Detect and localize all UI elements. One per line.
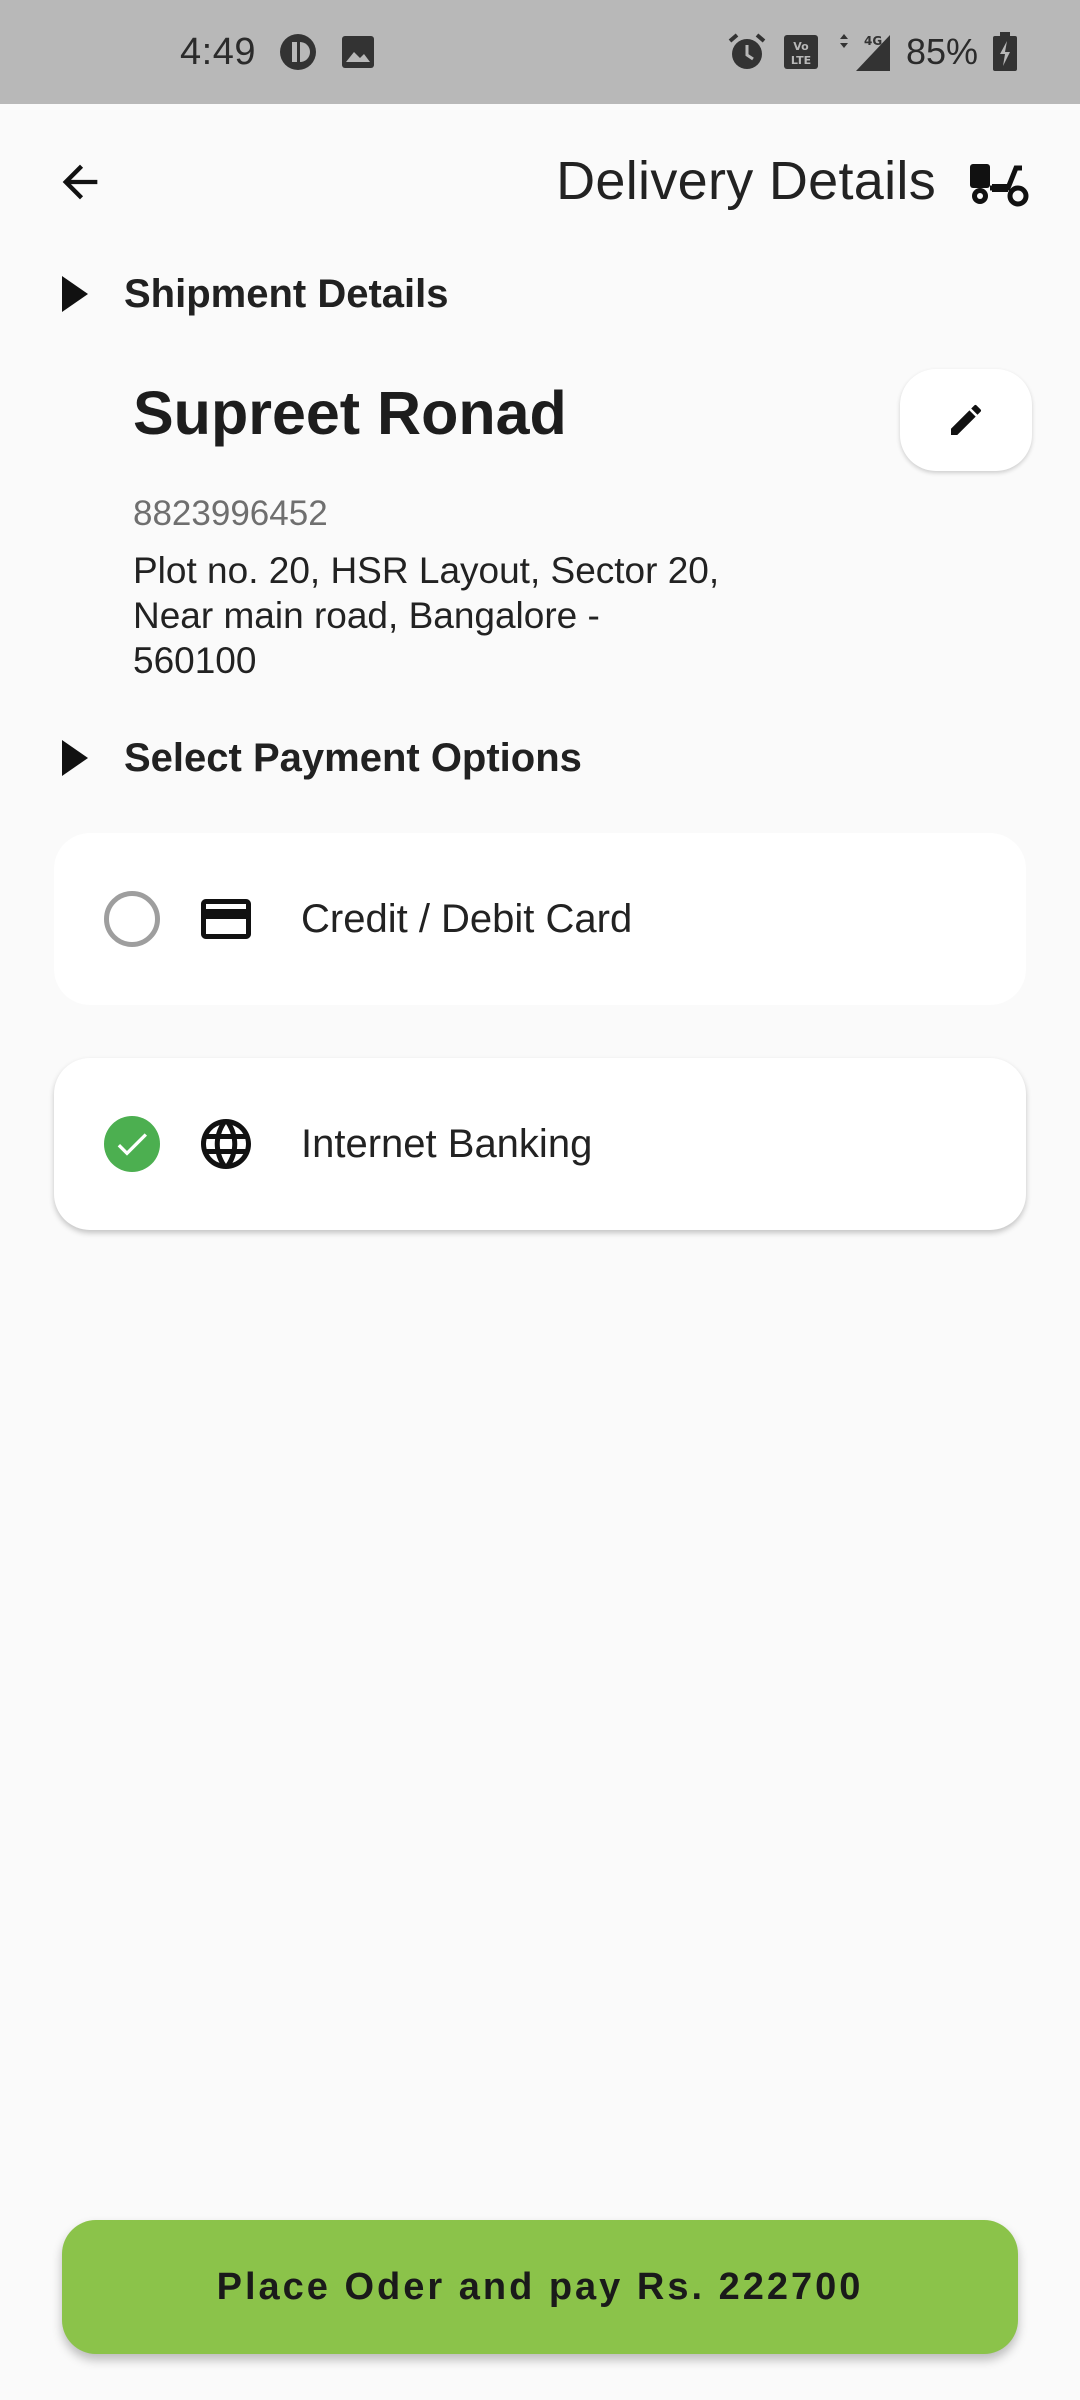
image-notification-icon — [340, 34, 376, 70]
check-icon — [117, 1133, 147, 1156]
customer-address: Plot no. 20, HSR Layout, Sector 20, Near… — [133, 550, 720, 681]
shipment-section-header[interactable]: Shipment Details — [60, 264, 449, 324]
status-left: 4:49 — [180, 0, 376, 104]
svg-text:Vo: Vo — [793, 40, 809, 53]
radio-unselected[interactable] — [104, 891, 160, 947]
payment-option-label: Internet Banking — [301, 1121, 593, 1166]
payment-section-header[interactable]: Select Payment Options — [60, 728, 582, 788]
delivery-scooter-icon — [968, 156, 1030, 210]
app-bar: Delivery Details — [0, 104, 1080, 264]
signal-4g-icon: 4G — [834, 31, 892, 73]
arrow-back-icon — [62, 164, 98, 200]
payment-option-label: Credit / Debit Card — [301, 896, 633, 941]
status-right: Vo LTE 4G 85% — [726, 0, 1018, 104]
credit-card-icon — [194, 887, 258, 951]
place-order-button[interactable]: Place Oder and pay Rs. 222700 — [62, 2220, 1018, 2354]
battery-charging-icon — [992, 32, 1018, 72]
page-title: Delivery Details — [556, 151, 936, 211]
customer-phone: 8823996452 — [133, 494, 328, 533]
alarm-icon — [726, 31, 768, 73]
app-notification-icon — [278, 32, 318, 72]
status-bar: 4:49 Vo LTE 4G 85% — [0, 0, 1080, 104]
svg-text:LTE: LTE — [791, 54, 811, 67]
status-time: 4:49 — [180, 30, 256, 73]
payment-section-title: Select Payment Options — [124, 735, 582, 780]
payment-option-card[interactable]: Credit / Debit Card — [54, 833, 1026, 1005]
svg-text:4G: 4G — [864, 34, 882, 48]
shipment-section-title: Shipment Details — [124, 271, 449, 316]
edit-address-button[interactable] — [900, 369, 1032, 471]
expand-triangle-icon — [62, 740, 88, 776]
customer-name: Supreet Ronad — [133, 379, 567, 447]
payment-option-card-selected[interactable]: Internet Banking — [54, 1058, 1026, 1230]
radio-selected-check[interactable] — [104, 1116, 160, 1172]
battery-percent: 85% — [905, 31, 978, 72]
volte-icon: Vo LTE — [782, 33, 820, 71]
pencil-edit-icon — [951, 404, 982, 435]
globe-icon — [194, 1112, 258, 1176]
expand-triangle-icon — [62, 276, 88, 312]
back-button[interactable] — [40, 142, 120, 222]
